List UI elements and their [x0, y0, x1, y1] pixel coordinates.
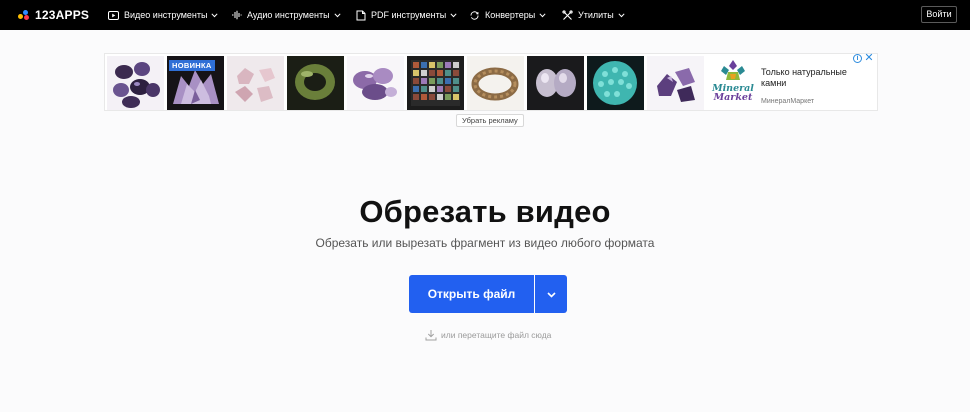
nav-audio-tools[interactable]: Аудио инструменты — [231, 8, 341, 22]
drag-drop-label: или перетащите файл сюда — [441, 330, 552, 340]
chevron-down-icon — [546, 285, 556, 303]
pdf-icon — [356, 10, 366, 21]
nav-pdf-tools[interactable]: PDF инструменты — [356, 8, 457, 22]
info-icon[interactable]: i — [853, 54, 862, 63]
nav-video-tools-label: Видео инструменты — [124, 10, 208, 20]
page-subtitle: Обрезать или вырезать фрагмент из видео … — [315, 236, 655, 250]
open-file-dropdown-button[interactable] — [535, 275, 567, 313]
nav-converters[interactable]: Конвертеры — [469, 8, 546, 22]
ad-image-amethyst-stones[interactable] — [647, 56, 704, 110]
ad-image-rose-quartz[interactable] — [227, 56, 284, 110]
audio-wave-icon — [231, 10, 242, 20]
convert-icon — [469, 10, 480, 21]
ad-image-jade-ring[interactable] — [287, 56, 344, 110]
remove-ad-button[interactable]: Убрать рекламу — [456, 114, 524, 127]
logo-dots-icon — [18, 9, 32, 21]
top-navbar: 123APPS Видео инструменты Аудио инструме… — [0, 0, 970, 30]
ad-image-cabochons[interactable] — [527, 56, 584, 110]
nav-utilities-label: Утилиты — [578, 10, 614, 20]
ad-new-badge: НОВИНКА — [169, 60, 215, 71]
chevron-down-icon — [618, 12, 625, 18]
drag-drop-hint: или перетащите файл сюда — [425, 328, 551, 342]
chevron-down-icon — [450, 12, 457, 18]
close-icon[interactable]: ✕ — [864, 52, 874, 64]
ad-image-turquoise-beads[interactable] — [587, 56, 644, 110]
mineral-market-wordmark: Mineral Market — [712, 83, 754, 103]
ad-image-crystal-cluster[interactable]: НОВИНКА — [167, 56, 224, 110]
nav-video-tools[interactable]: Видео инструменты — [108, 8, 219, 22]
nav-pdf-tools-label: PDF инструменты — [371, 10, 447, 20]
ad-advertiser[interactable]: МинералМаркет — [761, 98, 814, 105]
ad-banner[interactable]: НОВИНКА Mineral Market Только натуральны… — [104, 53, 878, 111]
ad-image-gem-collection[interactable] — [407, 56, 464, 110]
page-title: Обрезать видео — [359, 194, 611, 229]
nav-converters-label: Конвертеры — [485, 10, 536, 20]
ad-headline[interactable]: Только натуральные камни — [761, 67, 857, 89]
chevron-down-icon — [539, 12, 546, 18]
logo-text: 123APPS — [35, 8, 90, 22]
video-icon — [108, 10, 119, 20]
ad-image-amethyst[interactable] — [107, 56, 164, 110]
login-button[interactable]: Войти — [921, 6, 957, 23]
open-file-button[interactable]: Открыть файл — [409, 275, 534, 313]
nav-audio-tools-label: Аудио инструменты — [247, 10, 330, 20]
logo[interactable]: 123APPS — [18, 7, 89, 23]
chevron-down-icon — [211, 12, 219, 18]
ad-image-bracelet[interactable] — [467, 56, 524, 110]
chevron-down-icon — [334, 12, 341, 18]
nav-utilities[interactable]: Утилиты — [562, 8, 625, 22]
ad-image-purple-stones[interactable] — [347, 56, 404, 110]
tools-icon — [562, 9, 573, 21]
download-icon — [425, 329, 437, 341]
